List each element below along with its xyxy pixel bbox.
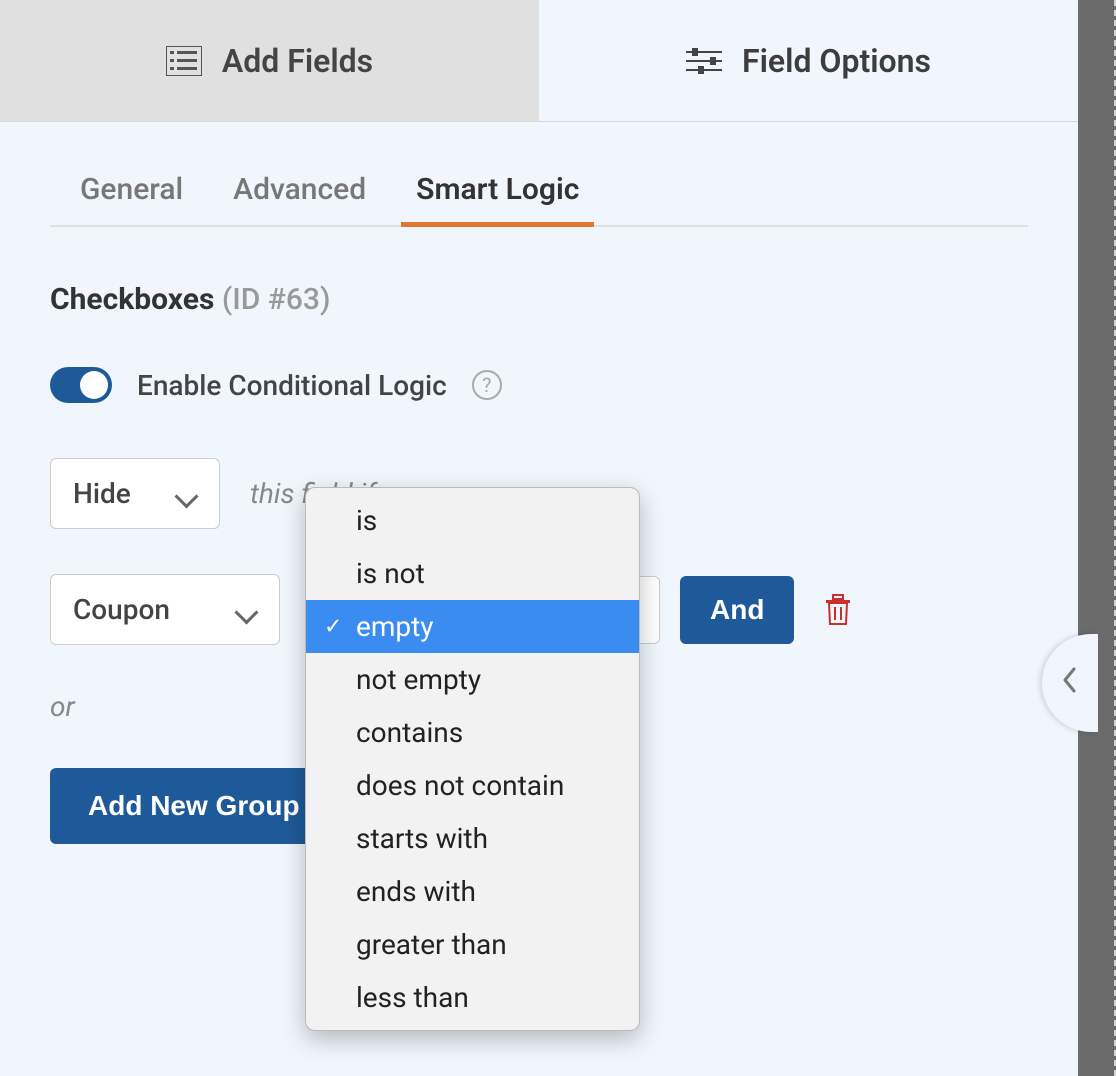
subtab-smart-logic[interactable]: Smart Logic — [416, 172, 579, 225]
tab-add-fields-label: Add Fields — [222, 42, 373, 80]
top-tabs: Add Fields Field Options — [0, 0, 1078, 122]
field-select[interactable]: Coupon — [50, 574, 280, 645]
rail-stripe — [1110, 0, 1116, 1076]
operator-option[interactable]: empty — [306, 600, 639, 653]
action-select[interactable]: Hide — [50, 458, 220, 529]
operator-option[interactable]: less than — [306, 971, 639, 1024]
conditional-logic-label: Enable Conditional Logic — [137, 369, 447, 402]
field-id: (ID #63) — [222, 282, 331, 317]
help-icon[interactable]: ? — [472, 370, 502, 400]
operator-option[interactable]: ends with — [306, 865, 639, 918]
field-title: Checkboxes (ID #63) — [50, 282, 1028, 317]
subtab-advanced[interactable]: Advanced — [233, 172, 366, 225]
operator-option[interactable]: not empty — [306, 653, 639, 706]
operator-option[interactable]: greater than — [306, 918, 639, 971]
field-name: Checkboxes — [50, 282, 214, 317]
add-fields-icon — [166, 46, 202, 76]
chevron-left-icon — [1062, 667, 1078, 700]
operator-option[interactable]: is — [306, 494, 639, 547]
tab-field-options[interactable]: Field Options — [539, 0, 1078, 121]
tab-add-fields[interactable]: Add Fields — [0, 0, 539, 121]
trash-icon[interactable] — [824, 594, 852, 626]
add-new-group-button[interactable]: Add New Group — [50, 768, 338, 844]
operator-option[interactable]: is not — [306, 547, 639, 600]
operator-option[interactable]: starts with — [306, 812, 639, 865]
field-options-icon — [686, 46, 722, 76]
subtab-general[interactable]: General — [80, 172, 183, 225]
field-select-value: Coupon — [73, 593, 170, 626]
right-rail — [1078, 0, 1116, 1076]
operator-option[interactable]: contains — [306, 706, 639, 759]
operator-dropdown: isis notemptynot emptycontainsdoes not c… — [305, 487, 640, 1031]
conditional-logic-toggle[interactable] — [50, 367, 112, 403]
operator-option[interactable]: does not contain — [306, 759, 639, 812]
and-button[interactable]: And — [680, 576, 794, 644]
sub-tabs: General Advanced Smart Logic — [50, 172, 1028, 227]
tab-field-options-label: Field Options — [742, 42, 931, 80]
action-select-value: Hide — [73, 477, 131, 510]
